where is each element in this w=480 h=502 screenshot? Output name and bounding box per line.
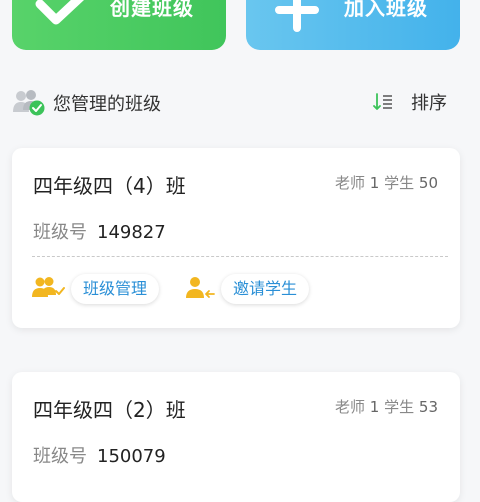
people-check-icon [32, 277, 65, 297]
class-card[interactable]: 四年级四（4）班 老师 1 学生 50 班级号 149827 班级管理 邀请学生 [12, 148, 460, 328]
plus-icon [275, 0, 319, 32]
class-code-label: 班级号 [33, 446, 87, 467]
create-class-label: 创建班级 [110, 0, 194, 20]
class-stats: 老师 1 学生 53 [334, 398, 438, 416]
class-stats: 老师 1 学生 50 [334, 174, 438, 192]
class-name: 四年级四（2）班 [33, 398, 186, 422]
class-card[interactable]: 四年级四（2）班 老师 1 学生 53 班级号 150079 [12, 372, 460, 502]
class-code-row: 班级号 150079 [33, 442, 166, 468]
class-manage-button[interactable]: 班级管理 [71, 274, 160, 304]
group-check-icon [13, 90, 45, 116]
class-code-row: 班级号 149827 [33, 218, 166, 244]
person-add-icon [186, 277, 215, 298]
card-actions: 班级管理 邀请学生 [32, 272, 452, 306]
join-class-button[interactable]: 加入班级 [246, 0, 460, 50]
class-code-value: 149827 [97, 222, 166, 243]
create-class-button[interactable]: 创建班级 [12, 0, 226, 50]
class-code-value: 150079 [97, 446, 166, 467]
check-icon [35, 0, 85, 25]
sort-icon[interactable] [373, 92, 393, 112]
class-code-label: 班级号 [33, 222, 87, 243]
sort-button[interactable]: 排序 [411, 89, 447, 115]
class-name: 四年级四（4）班 [33, 174, 186, 198]
invite-students-button[interactable]: 邀请学生 [221, 274, 310, 304]
card-divider [32, 256, 448, 257]
section-title: 您管理的班级 [53, 94, 161, 115]
join-class-label: 加入班级 [344, 0, 428, 20]
managed-classes-header: 您管理的班级 排序 [12, 86, 460, 118]
